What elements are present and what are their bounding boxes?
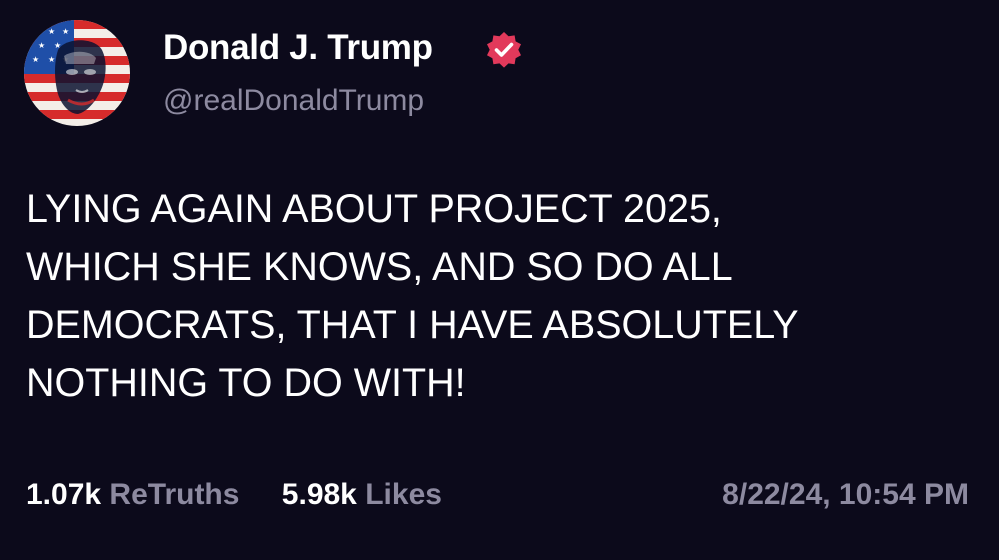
author-display-name[interactable]: Donald J. Trump (163, 28, 433, 68)
retruths-stat[interactable]: 1.07k ReTruths (26, 478, 239, 512)
likes-count: 5.98k (281, 478, 357, 511)
author-avatar[interactable]: ★★★ ★★ ★★★ (24, 20, 130, 126)
post-timestamp[interactable]: 8/22/24, 10:54 PM (722, 478, 969, 512)
flag-portrait-avatar: ★★★ ★★ ★★★ (24, 20, 130, 126)
svg-text:★: ★ (62, 27, 69, 36)
verified-badge-icon (484, 30, 524, 70)
retruths-label: ReTruths (109, 478, 240, 511)
retruths-count: 1.07k (26, 478, 102, 511)
svg-text:★: ★ (38, 41, 45, 50)
author-handle[interactable]: @realDonaldTrump (163, 84, 424, 118)
svg-text:★: ★ (48, 55, 55, 64)
likes-label: Likes (365, 478, 442, 511)
likes-stat[interactable]: 5.98k Likes (282, 478, 442, 512)
svg-text:★: ★ (48, 27, 55, 36)
post-stats: 1.07k ReTruths 5.98k Likes (26, 478, 442, 512)
svg-text:★: ★ (32, 55, 39, 64)
svg-text:★: ★ (32, 27, 39, 36)
post-text: LYING AGAIN ABOUT PROJECT 2025, WHICH SH… (26, 187, 799, 405)
